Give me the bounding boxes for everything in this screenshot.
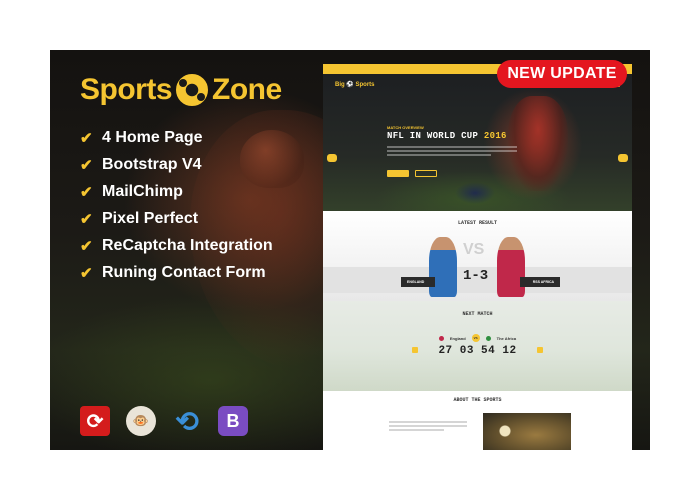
preview-hero-title: NFL IN WORLD CUP 2016 (387, 131, 507, 141)
next-match-title: NEXT MATCH (462, 311, 493, 317)
check-icon: ✔ (80, 129, 93, 147)
latest-result-title: LATEST RESULT (457, 220, 497, 226)
next-match-teams: England VS The Africa (323, 334, 632, 342)
preview-hero-buttons (387, 170, 437, 177)
mailchimp-icon: 🐵 (126, 406, 156, 436)
preview-hero: Big ⚽ Sports MATCH OVERVIEW NFL IN WORLD… (323, 74, 632, 211)
feature-item: ✔ Bootstrap V4 (80, 151, 273, 178)
flag-icon (438, 335, 444, 341)
check-icon: ✔ (80, 237, 93, 255)
tech-icon-row: ⟳ 🐵 ⟲ B (80, 405, 248, 437)
countdown-timer: 27 03 54 12 (438, 345, 517, 357)
logo-word-zone: Zone (212, 73, 282, 106)
about-title: ABOUT THE SPORTS (453, 397, 502, 403)
next-team-left: England (449, 335, 466, 341)
feature-label: Bootstrap V4 (102, 155, 202, 173)
player-image-right (497, 237, 525, 297)
feature-label: ReCaptcha Integration (102, 236, 273, 254)
feature-list: ✔ 4 Home Page ✔ Bootstrap V4 ✔ MailChimp ✔ P… (80, 124, 273, 286)
text-line (389, 429, 444, 431)
check-icon: ✔ (80, 210, 93, 228)
result-score: 1-3 (463, 268, 489, 284)
recaptcha-icon: ⟳ (80, 406, 110, 436)
result-vs: VS (463, 241, 485, 258)
text-line (387, 146, 517, 148)
feature-label: MailChimp (102, 182, 183, 200)
hero-player-image (455, 182, 495, 204)
feature-item: ✔ ReCaptcha Integration (80, 232, 273, 259)
preview-hero-button-secondary (415, 170, 437, 177)
next-vs-badge: VS (471, 334, 480, 342)
preview-brand: Big ⚽ Sports (335, 81, 375, 88)
website-preview: Big ⚽ Sports MATCH OVERVIEW NFL IN WORLD… (323, 64, 632, 450)
preview-hero-button-primary (387, 170, 409, 177)
feature-item: ✔ Runing Contact Form (80, 259, 273, 286)
promo-banner: Sports Zone ✔ 4 Home Page ✔ Bootstrap V4 ✔… (50, 50, 650, 450)
preview-hero-text (387, 146, 517, 158)
new-update-badge: NEW UPDATE (497, 60, 627, 88)
check-icon: ✔ (80, 156, 93, 174)
team-plate-right: RSS AFRICA (520, 277, 560, 287)
text-line (389, 425, 467, 427)
next-team-right: The Africa (496, 335, 517, 341)
preview-hero-title-text: NFL IN WORLD CUP (387, 131, 479, 141)
preview-prev-arrow (327, 154, 337, 162)
about-text (389, 421, 467, 433)
preview-brand-prefix: Big (335, 81, 345, 88)
logo-word-sports: Sports (80, 73, 173, 106)
player-image-left (429, 237, 457, 297)
preview-latest-result: LATEST RESULT VS ENGLAND RSS AFRICA 1-3 (323, 211, 632, 301)
preview-hero-kicker: MATCH OVERVIEW (387, 125, 424, 130)
preview-about: ABOUT THE SPORTS (323, 391, 632, 450)
text-line (389, 421, 467, 423)
check-icon: ✔ (80, 264, 93, 282)
preview-next-arrow (618, 154, 628, 162)
text-line (387, 150, 517, 152)
feature-item: ✔ Pixel Perfect (80, 205, 273, 232)
feature-label: Runing Contact Form (102, 263, 266, 281)
text-line (387, 154, 491, 156)
feature-item: ✔ 4 Home Page (80, 124, 273, 151)
soccer-ball-icon (176, 74, 209, 106)
sync-icon: ⟲ (175, 405, 199, 437)
countdown-next-arrow (537, 347, 543, 353)
preview-next-match: NEXT MATCH England VS The Africa 27 03 5… (323, 301, 632, 391)
bootstrap-icon: B (218, 406, 248, 436)
feature-label: Pixel Perfect (102, 209, 199, 227)
check-icon: ✔ (80, 183, 93, 201)
feature-item: ✔ MailChimp (80, 178, 273, 205)
preview-hero-year: 2016 (483, 131, 507, 141)
hero-player-image (508, 96, 568, 191)
logo: Sports Zone (80, 72, 282, 108)
flag-icon (485, 335, 491, 341)
feature-label: 4 Home Page (102, 128, 203, 146)
team-plate-left: ENGLAND (401, 277, 435, 287)
preview-brand-suffix: Sports (355, 81, 375, 88)
about-image (483, 413, 571, 450)
